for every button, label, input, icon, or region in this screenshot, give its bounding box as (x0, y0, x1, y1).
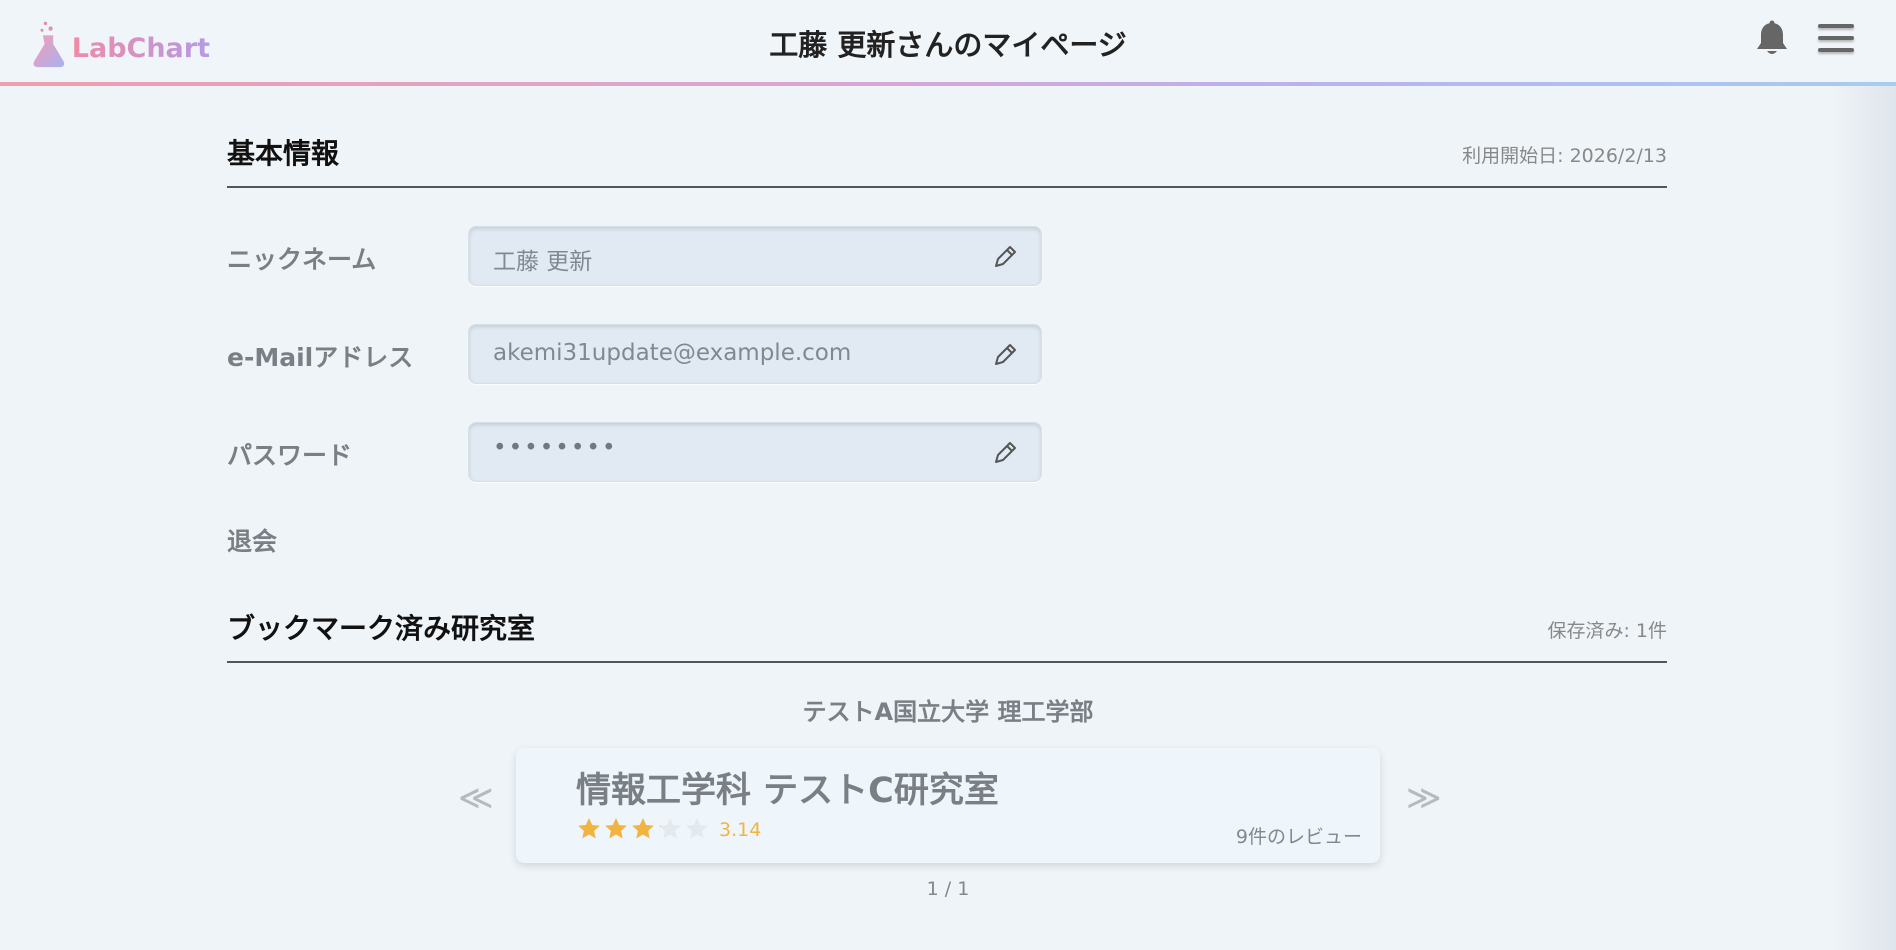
section-title: 基本情報 (227, 137, 340, 170)
star-icon (605, 818, 627, 839)
password-field[interactable]: •••••••• (468, 422, 1042, 482)
scroll-shade (1830, 86, 1896, 950)
pencil-icon[interactable] (991, 243, 1019, 271)
withdraw-link[interactable]: 退会 (227, 522, 277, 558)
start-date: 利用開始日: 2026/2/13 (1462, 145, 1667, 167)
app-header: LabChart 工藤 更新さんのマイページ (0, 0, 1896, 86)
section-title: ブックマーク済み研究室 (227, 612, 536, 645)
lab-name: 情報工学科 テストC研究室 (576, 771, 999, 811)
pencil-icon[interactable] (991, 439, 1019, 467)
basic-info-header: 基本情報 利用開始日: 2026/2/13 (227, 128, 1667, 188)
header-gradient-line (0, 82, 1896, 86)
hamburger-menu-icon[interactable] (1818, 24, 1858, 58)
star-icon (578, 818, 600, 839)
bell-icon[interactable] (1755, 20, 1789, 58)
lab-card[interactable]: 情報工学科 テストC研究室 3.14 9件のレビュー (516, 748, 1380, 863)
review-count: 9件のレビュー (1235, 826, 1362, 848)
bookmarks-header: ブックマーク済み研究室 保存済み: 1件 (227, 603, 1667, 663)
nickname-value: 工藤 更新 (493, 249, 593, 275)
star-icon (659, 818, 681, 839)
star-icon (632, 818, 654, 839)
email-field[interactable]: akemi31update@example.com (468, 324, 1042, 384)
next-arrow-button[interactable]: ≫ (1406, 778, 1442, 818)
pagination: 1 / 1 (926, 878, 970, 900)
prev-arrow-button[interactable]: ≪ (458, 778, 494, 818)
nickname-label: ニックネーム (227, 245, 377, 274)
pencil-icon[interactable] (991, 341, 1019, 369)
password-value: •••••••• (493, 435, 618, 461)
email-label: e-Mailアドレス (227, 343, 414, 372)
email-value: akemi31update@example.com (493, 340, 852, 366)
password-label: パスワード (227, 441, 353, 470)
nickname-field[interactable]: 工藤 更新 (468, 226, 1042, 286)
page-title: 工藤 更新さんのマイページ (769, 28, 1127, 62)
star-rating (576, 816, 711, 842)
saved-count: 保存済み: 1件 (1547, 620, 1667, 642)
star-icon (686, 818, 708, 839)
rating-value: 3.14 (719, 819, 762, 841)
university-name: テストA国立大学 理工学部 (802, 698, 1094, 726)
